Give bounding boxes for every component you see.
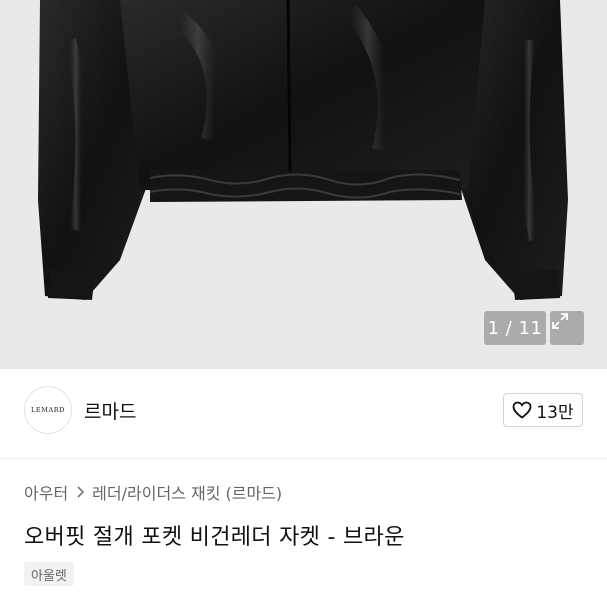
product-image-gallery[interactable]: 1 / 11 (0, 0, 607, 369)
shop-avatar[interactable]: LEMARD (24, 386, 72, 434)
image-counter: 1 / 11 (484, 311, 546, 345)
like-button[interactable]: 13만 (503, 393, 583, 427)
like-count: 13만 (536, 402, 574, 423)
expand-icon (552, 313, 568, 329)
breadcrumb-item-subcategory[interactable]: 레더/라이더스 재킷 (르마드) (92, 480, 282, 504)
heart-icon (512, 401, 532, 419)
expand-button[interactable] (550, 311, 584, 345)
shop-name[interactable]: 르마드 (84, 397, 136, 424)
shop-row[interactable]: LEMARD 르마드 13만 (0, 369, 607, 459)
product-title: 오버핏 절개 포켓 비건레더 자켓 - 브라운 (24, 525, 405, 550)
outlet-tag: 아울렛 (24, 562, 74, 586)
breadcrumb: 아우터 레더/라이더스 재킷 (르마드) (24, 480, 282, 504)
breadcrumb-item-category[interactable]: 아우터 (24, 480, 68, 504)
shop-logo-text: LEMARD (30, 406, 66, 414)
chevron-right-icon (76, 486, 85, 498)
